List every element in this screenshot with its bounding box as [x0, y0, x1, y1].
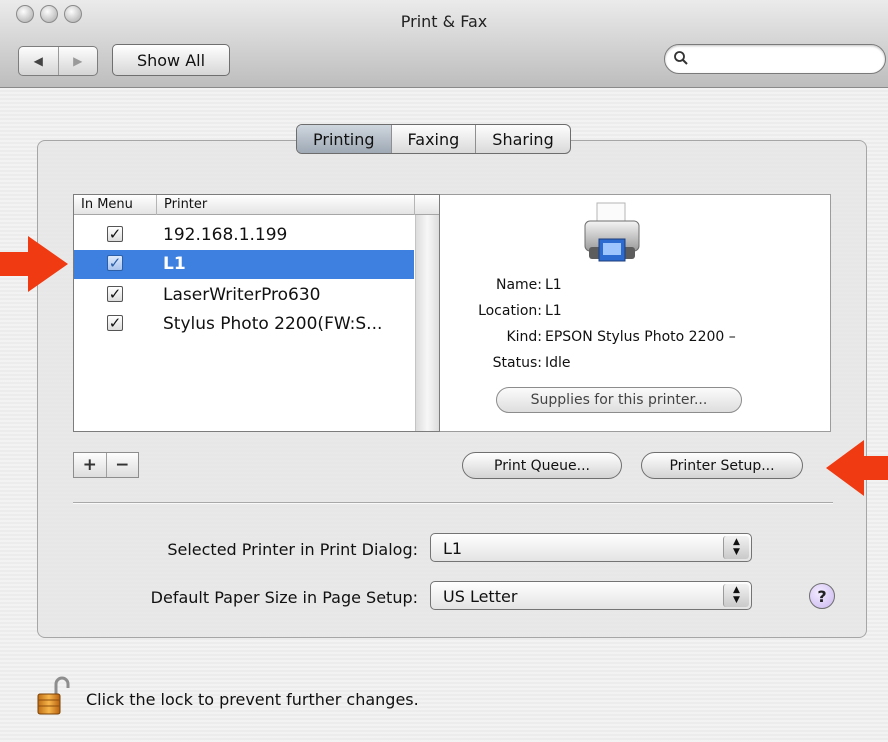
lock-message: Click the lock to prevent further change…: [86, 690, 419, 709]
printer-info-pane: Name: L1 Location: L1 Kind: EPSON Stylus…: [440, 194, 831, 432]
name-label: Name:: [495, 277, 542, 293]
paper-size-value: US Letter: [443, 587, 518, 606]
printer-name: L1: [163, 254, 186, 274]
tab-sharing[interactable]: Sharing: [475, 125, 569, 153]
search-icon: [674, 51, 688, 65]
column-header-printer[interactable]: Printer: [164, 197, 207, 212]
printer-row[interactable]: ✓ 192.168.1.199: [74, 221, 414, 250]
section-divider: [73, 502, 833, 504]
kind-label: Kind:: [506, 329, 542, 345]
location-label: Location:: [478, 303, 542, 319]
window-title: Print & Fax: [400, 12, 488, 31]
location-value: L1: [545, 303, 562, 319]
search-field[interactable]: [664, 44, 886, 74]
printer-icon: [584, 202, 640, 262]
show-all-button[interactable]: Show All: [112, 44, 230, 76]
printer-name: 192.168.1.199: [163, 225, 288, 245]
name-value: L1: [545, 277, 562, 293]
kind-value: EPSON Stylus Photo 2200 –: [545, 329, 736, 345]
printer-name: LaserWriterPro630: [163, 285, 321, 305]
printer-name: Stylus Photo 2200(FW:S...: [163, 314, 383, 334]
back-forward-control: ◀ ▶: [18, 46, 98, 76]
in-menu-checkbox[interactable]: ✓: [107, 286, 123, 302]
status-value: Idle: [545, 355, 571, 371]
remove-printer-button[interactable]: −: [105, 453, 139, 477]
in-menu-checkbox[interactable]: ✓: [107, 255, 123, 271]
popup-arrows-icon: ▲ ▼: [723, 536, 749, 559]
status-label: Status:: [492, 355, 542, 371]
selected-printer-label: Selected Printer in Print Dialog:: [167, 540, 418, 559]
lock-icon[interactable]: [36, 676, 70, 716]
supplies-button[interactable]: Supplies for this printer...: [496, 387, 742, 413]
selected-printer-value: L1: [443, 539, 463, 558]
annotation-arrow-left-icon: [826, 440, 888, 496]
add-printer-button[interactable]: +: [74, 453, 106, 477]
back-button[interactable]: ◀: [19, 47, 58, 75]
help-button[interactable]: ?: [809, 583, 835, 609]
back-arrow-icon: ◀: [33, 54, 43, 68]
tab-faxing[interactable]: Faxing: [390, 125, 476, 153]
printer-list-header: In Menu Printer: [74, 195, 439, 215]
paper-size-label: Default Paper Size in Page Setup:: [150, 588, 418, 607]
printer-list-scrollbar[interactable]: [415, 215, 439, 431]
in-menu-checkbox[interactable]: ✓: [107, 226, 123, 242]
forward-button[interactable]: ▶: [57, 47, 98, 75]
printer-row-selected[interactable]: ✓ L1: [74, 250, 414, 279]
add-remove-control: + −: [73, 452, 139, 478]
printer-setup-button[interactable]: Printer Setup...: [641, 452, 803, 479]
column-header-in-menu[interactable]: In Menu: [81, 197, 133, 212]
tab-printing[interactable]: Printing: [297, 125, 391, 153]
selected-printer-popup[interactable]: L1 ▲ ▼: [430, 533, 752, 562]
print-queue-button[interactable]: Print Queue...: [462, 452, 622, 479]
paper-size-popup[interactable]: US Letter ▲ ▼: [430, 581, 752, 610]
window-titlebar: Print & Fax ◀ ▶ Show All: [0, 0, 888, 88]
forward-arrow-icon: ▶: [73, 54, 83, 68]
printer-row[interactable]: ✓ Stylus Photo 2200(FW:S...: [74, 310, 414, 339]
printer-list[interactable]: In Menu Printer ✓ 192.168.1.199 ✓ L1 ✓ L…: [73, 194, 440, 432]
annotation-arrow-right-icon: [0, 236, 68, 292]
popup-arrows-icon: ▲ ▼: [723, 584, 749, 607]
tab-bar: Printing Faxing Sharing: [296, 124, 571, 154]
in-menu-checkbox[interactable]: ✓: [107, 315, 123, 331]
printer-row[interactable]: ✓ LaserWriterPro630: [74, 281, 414, 310]
